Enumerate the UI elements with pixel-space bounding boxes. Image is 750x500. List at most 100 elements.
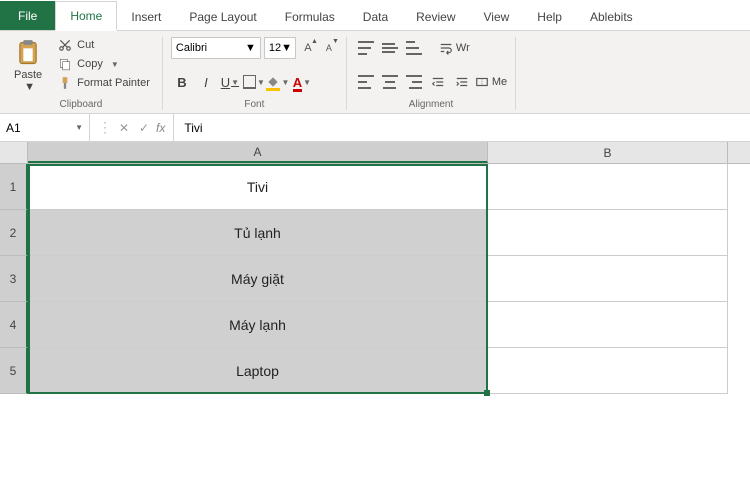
cell-a2[interactable]: Tủ lạnh [28, 210, 488, 256]
cell-b3[interactable] [488, 256, 728, 302]
indent-right-icon [454, 75, 470, 89]
cell-a3[interactable]: Máy giặt [28, 256, 488, 302]
group-font: Calibri ▼ 12 ▼ A▲ A▼ B I U▼ ▼ ▼ A▼ Font [163, 37, 347, 110]
tab-ablebits[interactable]: Ablebits [576, 3, 647, 30]
scissors-icon [58, 38, 72, 52]
paste-label: Paste [14, 69, 42, 81]
decrease-indent-button[interactable] [427, 71, 449, 93]
font-name-combo[interactable]: Calibri ▼ [171, 37, 261, 59]
border-icon [243, 75, 256, 89]
cell-b4[interactable] [488, 302, 728, 348]
align-left-icon [358, 75, 374, 89]
border-button[interactable]: ▼ [243, 71, 265, 93]
cell-a5[interactable]: Laptop [28, 348, 488, 394]
cell-a4[interactable]: Máy lạnh [28, 302, 488, 348]
row-header-1[interactable]: 1 [0, 164, 28, 210]
clipboard-icon [14, 39, 42, 67]
caret-down-icon: ▼ [75, 123, 83, 132]
align-center-button[interactable] [379, 71, 401, 93]
caret-down-icon: ▼ [231, 78, 239, 87]
caret-down-icon: ▼ [257, 78, 265, 87]
cell-b5[interactable] [488, 348, 728, 394]
increase-font-button[interactable]: A▲ [299, 39, 317, 57]
row-header-2[interactable]: 2 [0, 210, 28, 256]
group-label-alignment: Alignment [355, 99, 507, 110]
fill-color-button[interactable]: ▼ [267, 71, 289, 93]
group-alignment: Wr Me Alignment [347, 37, 516, 110]
tab-file[interactable]: File [0, 1, 55, 30]
cell-a1[interactable]: Tivi [28, 164, 488, 210]
align-top-button[interactable] [355, 37, 377, 59]
font-size-combo[interactable]: 12 ▼ [264, 37, 296, 59]
column-header-b[interactable]: B [488, 142, 728, 163]
cell-b1[interactable] [488, 164, 728, 210]
tab-page-layout[interactable]: Page Layout [175, 3, 270, 30]
wrap-text-button[interactable]: Wr [439, 41, 470, 55]
name-box[interactable]: ▼ [0, 114, 90, 141]
caret-down-icon: ▼ [245, 42, 256, 54]
tab-insert[interactable]: Insert [117, 3, 175, 30]
caret-down-icon: ▼ [24, 81, 35, 93]
caret-down-icon: ▼ [111, 60, 119, 69]
formula-input[interactable] [174, 121, 750, 135]
increase-indent-button[interactable] [451, 71, 473, 93]
caret-down-icon: ▼ [281, 42, 292, 54]
align-bottom-button[interactable] [403, 37, 425, 59]
grid-row: 2 Tủ lạnh [0, 210, 750, 256]
indent-left-icon [430, 75, 446, 89]
row-header-4[interactable]: 4 [0, 302, 28, 348]
wrap-label: Wr [456, 42, 470, 54]
align-middle-icon [382, 41, 398, 55]
row-header-3[interactable]: 3 [0, 256, 28, 302]
column-header-a[interactable]: A [28, 142, 488, 163]
bucket-icon [266, 75, 280, 89]
format-painter-button[interactable]: Format Painter [54, 75, 154, 91]
tab-review[interactable]: Review [402, 3, 469, 30]
caret-down-icon: ▼ [281, 78, 289, 87]
tab-bar: File Home Insert Page Layout Formulas Da… [0, 0, 750, 31]
tab-formulas[interactable]: Formulas [271, 3, 349, 30]
tab-home[interactable]: Home [55, 1, 117, 31]
font-color-icon: A [293, 75, 302, 90]
select-all-corner[interactable] [0, 142, 28, 163]
copy-button[interactable]: Copy ▼ [54, 56, 154, 72]
copy-icon [58, 57, 72, 71]
align-left-button[interactable] [355, 71, 377, 93]
caret-down-icon: ▼ [303, 78, 311, 87]
merge-label: Me [492, 76, 507, 88]
group-label-font: Font [171, 99, 338, 110]
copy-label: Copy [77, 58, 103, 70]
group-label-clipboard: Clipboard [8, 99, 154, 110]
align-center-icon [382, 75, 398, 89]
align-right-icon [406, 75, 422, 89]
tab-data[interactable]: Data [349, 3, 402, 30]
bold-button[interactable]: B [171, 71, 193, 93]
merge-button[interactable]: Me [475, 75, 507, 89]
align-right-button[interactable] [403, 71, 425, 93]
wrap-icon [439, 41, 453, 55]
cut-button[interactable]: Cut [54, 37, 154, 53]
name-box-input[interactable] [6, 121, 56, 135]
enter-icon[interactable]: ✓ [136, 121, 152, 135]
column-headers: A B [0, 142, 750, 164]
align-bottom-icon [406, 41, 422, 55]
fx-icon[interactable]: fx [156, 121, 165, 135]
ribbon: Paste ▼ Cut Copy ▼ Format Painter C [0, 31, 750, 114]
formula-buttons: ⋮ ✕ ✓ fx [90, 114, 174, 141]
cell-b2[interactable] [488, 210, 728, 256]
tab-view[interactable]: View [470, 3, 524, 30]
align-middle-button[interactable] [379, 37, 401, 59]
grid-row: 3 Máy giặt [0, 256, 750, 302]
tab-help[interactable]: Help [523, 3, 576, 30]
italic-button[interactable]: I [195, 71, 217, 93]
paste-button[interactable]: Paste ▼ [8, 37, 48, 95]
underline-button[interactable]: U▼ [219, 71, 241, 93]
dots-icon: ⋮ [98, 119, 112, 136]
row-header-5[interactable]: 5 [0, 348, 28, 394]
brush-icon [58, 76, 72, 90]
decrease-font-button[interactable]: A▼ [320, 39, 338, 57]
font-name-value: Calibri [176, 42, 207, 54]
font-color-button[interactable]: A▼ [291, 71, 313, 93]
format-painter-label: Format Painter [77, 77, 150, 89]
cancel-icon[interactable]: ✕ [116, 121, 132, 135]
